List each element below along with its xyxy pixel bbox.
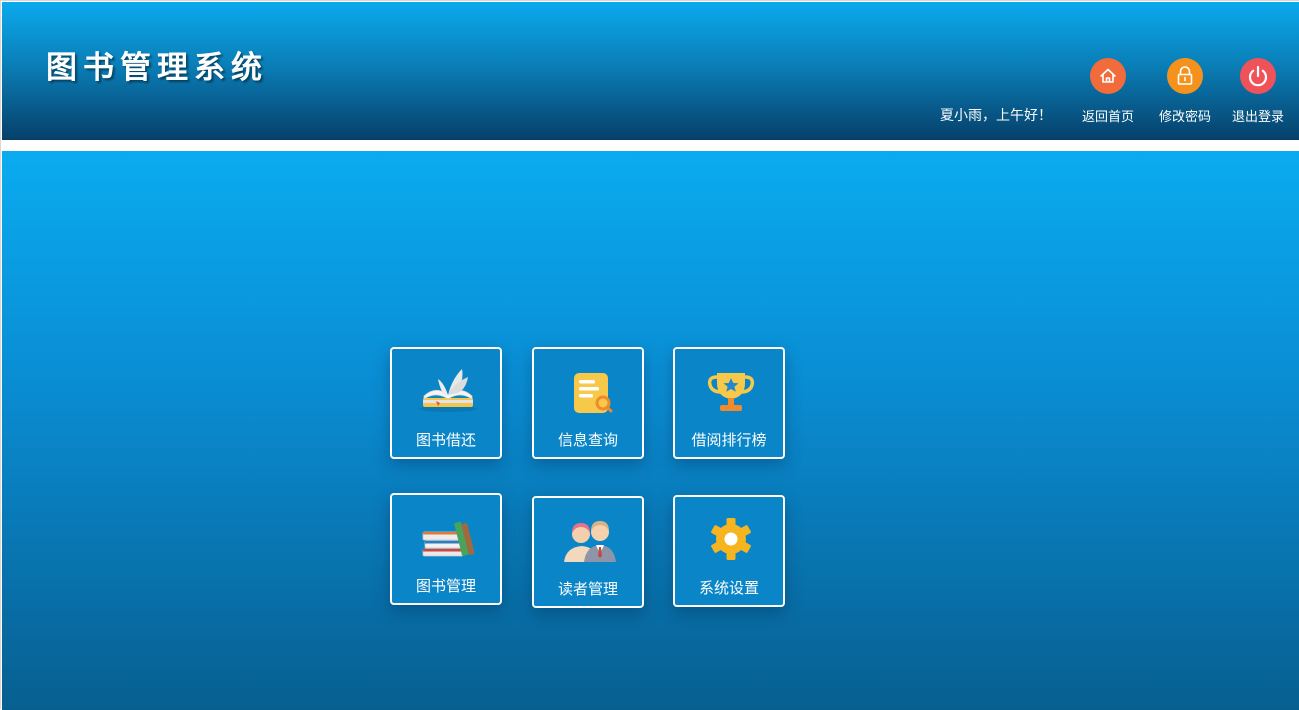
power-icon — [1240, 58, 1276, 94]
tile-label: 图书借还 — [415, 431, 476, 449]
tile-label: 读者管理 — [557, 580, 618, 598]
open-book-icon — [418, 365, 478, 417]
top-header: 图书管理系统 夏小雨，上午好！ 返回首页 修改密码 退出登录 — [2, 2, 1299, 140]
logout-button[interactable]: 退出登录 — [1223, 58, 1293, 130]
header-divider — [2, 140, 1299, 151]
tile-label: 图书管理 — [415, 577, 476, 595]
tile-reader-management[interactable]: 读者管理 — [532, 496, 644, 608]
book-stack-icon — [418, 511, 478, 563]
tile-label: 系统设置 — [698, 579, 759, 597]
home-button-label: 返回首页 — [1081, 110, 1134, 125]
app-title: 图书管理系统 — [46, 50, 268, 86]
tile-book-management[interactable]: 图书管理 — [390, 493, 502, 605]
gear-icon — [701, 513, 761, 565]
app-window: 图书管理系统 夏小雨，上午好！ 返回首页 修改密码 退出登录 图书借还 信息查询… — [0, 0, 1299, 710]
tile-book-borrow-return[interactable]: 图书借还 — [390, 347, 502, 459]
change-password-label: 修改密码 — [1158, 110, 1211, 125]
readers-icon — [560, 514, 620, 566]
tile-label: 信息查询 — [557, 431, 618, 449]
home-icon — [1090, 58, 1126, 94]
change-password-button[interactable]: 修改密码 — [1150, 58, 1220, 130]
user-greeting: 夏小雨，上午好！ — [940, 108, 1052, 124]
tile-borrow-ranking[interactable]: 借阅排行榜 — [673, 347, 785, 459]
tile-system-settings[interactable]: 系统设置 — [673, 495, 785, 607]
home-button[interactable]: 返回首页 — [1073, 58, 1143, 130]
document-search-icon — [560, 365, 620, 417]
logout-label: 退出登录 — [1231, 110, 1284, 125]
tile-info-query[interactable]: 信息查询 — [532, 347, 644, 459]
main-panel: 图书借还 信息查询 借阅排行榜 图书管理 读者管理 系统设置 — [2, 151, 1299, 710]
trophy-icon — [701, 365, 761, 417]
lock-icon — [1167, 58, 1203, 94]
tile-label: 借阅排行榜 — [691, 431, 767, 449]
